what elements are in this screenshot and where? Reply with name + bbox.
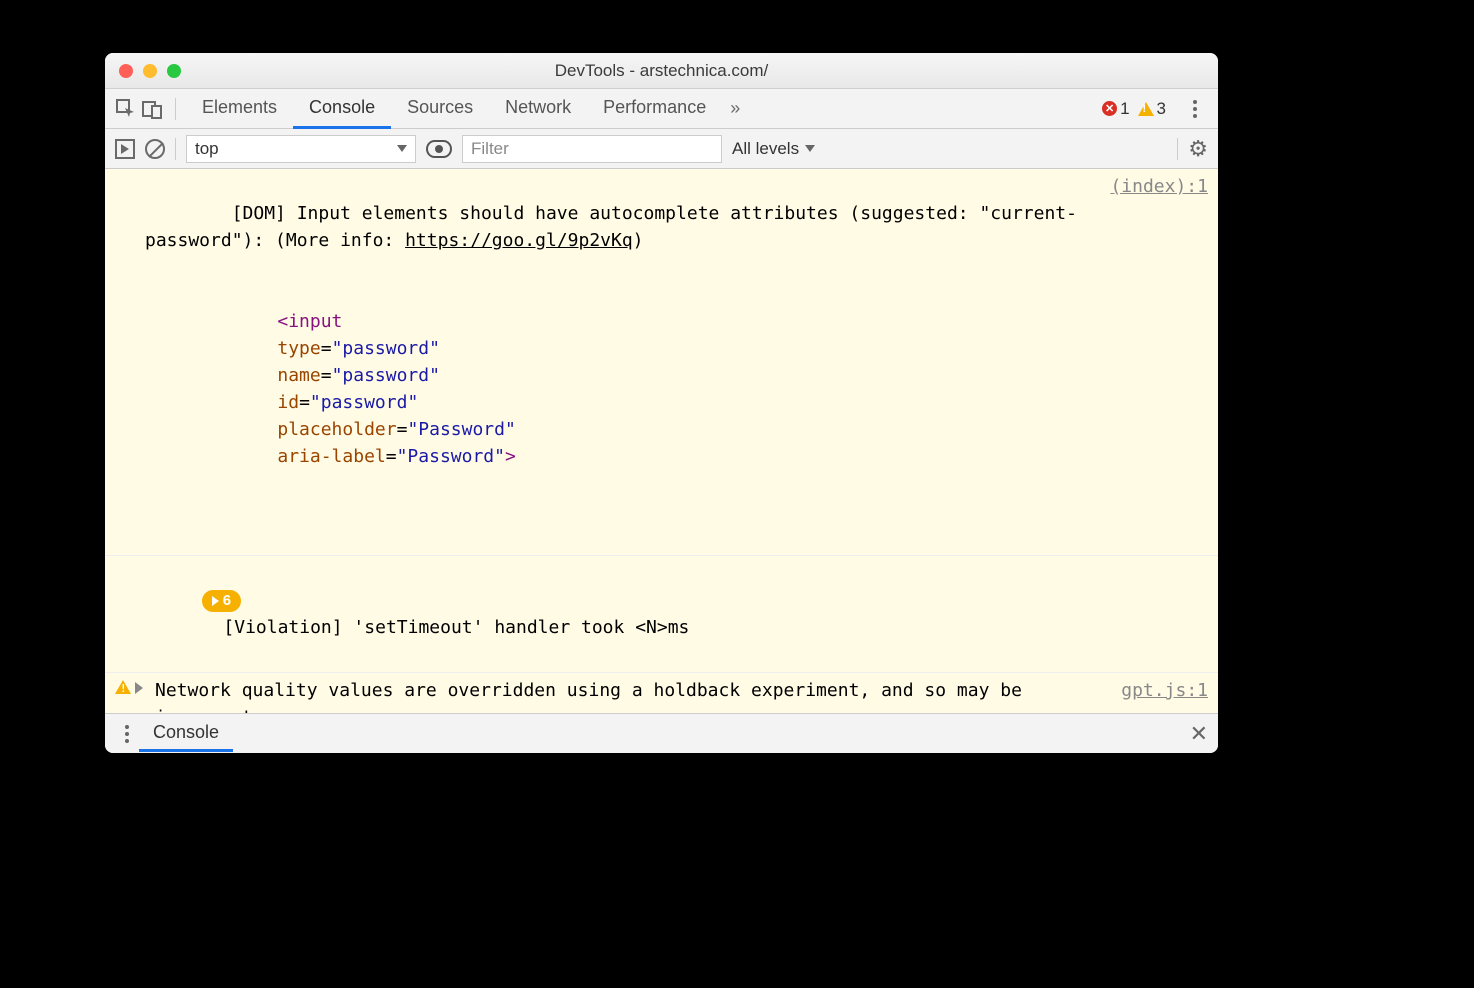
source-link[interactable]: (index):1 xyxy=(1110,173,1208,551)
disclosure-triangle-icon[interactable] xyxy=(135,682,143,694)
window-title: DevTools - arstechnica.com/ xyxy=(105,61,1218,81)
console-message[interactable]: [DOM] Input elements should have autocom… xyxy=(105,169,1218,556)
live-expression-icon[interactable] xyxy=(426,140,452,158)
info-link[interactable]: https://goo.gl/9p2vKq xyxy=(405,230,633,251)
context-selector[interactable]: top xyxy=(186,135,416,163)
panel-tabs: Elements Console Sources Network Perform… xyxy=(105,89,1218,129)
main-menu-button[interactable] xyxy=(1180,100,1210,118)
divider xyxy=(175,98,176,120)
console-toolbar: top Filter All levels ⚙ xyxy=(105,129,1218,169)
close-window-button[interactable] xyxy=(119,64,133,78)
message-text: [DOM] Input elements should have autocom… xyxy=(145,173,1100,551)
drawer-menu-button[interactable] xyxy=(115,725,139,743)
source-link[interactable]: gpt.js:1 xyxy=(1121,677,1208,713)
devtools-window: DevTools - arstechnica.com/ Elements Con… xyxy=(105,53,1218,753)
tab-console[interactable]: Console xyxy=(293,89,391,129)
console-messages: [DOM] Input elements should have autocom… xyxy=(105,169,1218,713)
filter-input[interactable]: Filter xyxy=(462,135,722,163)
chevron-down-icon xyxy=(805,145,815,152)
tab-sources[interactable]: Sources xyxy=(391,89,489,129)
console-settings-icon[interactable]: ⚙ xyxy=(1188,136,1208,162)
chevron-down-icon xyxy=(397,145,407,152)
window-controls xyxy=(119,64,181,78)
message-text: Network quality values are overridden us… xyxy=(155,677,1111,713)
filter-placeholder: Filter xyxy=(471,139,509,159)
expand-icon xyxy=(212,596,219,606)
inspect-element-icon[interactable] xyxy=(113,96,139,122)
levels-label: All levels xyxy=(732,139,799,159)
titlebar: DevTools - arstechnica.com/ xyxy=(105,53,1218,89)
zoom-window-button[interactable] xyxy=(167,64,181,78)
context-value: top xyxy=(195,139,219,159)
error-icon: ✕ xyxy=(1102,101,1117,116)
minimize-window-button[interactable] xyxy=(143,64,157,78)
clear-console-icon[interactable] xyxy=(145,139,165,159)
error-count: 1 xyxy=(1120,99,1129,119)
toggle-sidebar-icon[interactable] xyxy=(115,139,135,159)
warning-icon xyxy=(1138,102,1154,116)
drawer-tab-console[interactable]: Console xyxy=(139,716,233,752)
warning-icon xyxy=(115,680,131,694)
device-toolbar-icon[interactable] xyxy=(139,96,165,122)
tab-network[interactable]: Network xyxy=(489,89,587,129)
repeat-count-badge[interactable]: 6 xyxy=(202,590,241,613)
divider xyxy=(1177,138,1178,160)
message-text: [Violation] 'setTimeout' handler took <N… xyxy=(223,617,689,638)
close-drawer-icon[interactable]: ✕ xyxy=(1190,721,1208,747)
error-count-badge[interactable]: ✕ 1 xyxy=(1102,99,1129,119)
warning-count: 3 xyxy=(1157,99,1166,119)
divider xyxy=(175,138,176,160)
log-level-selector[interactable]: All levels xyxy=(732,139,815,159)
console-message-grouped[interactable]: 6 [Violation] 'setTimeout' handler took … xyxy=(105,556,1218,673)
warning-count-badge[interactable]: 3 xyxy=(1138,99,1166,119)
tab-elements[interactable]: Elements xyxy=(186,89,293,129)
tab-performance[interactable]: Performance xyxy=(587,89,722,129)
drawer: Console ✕ xyxy=(105,713,1218,753)
more-tabs-button[interactable]: » xyxy=(722,96,748,122)
console-message[interactable]: Network quality values are overridden us… xyxy=(105,673,1218,713)
